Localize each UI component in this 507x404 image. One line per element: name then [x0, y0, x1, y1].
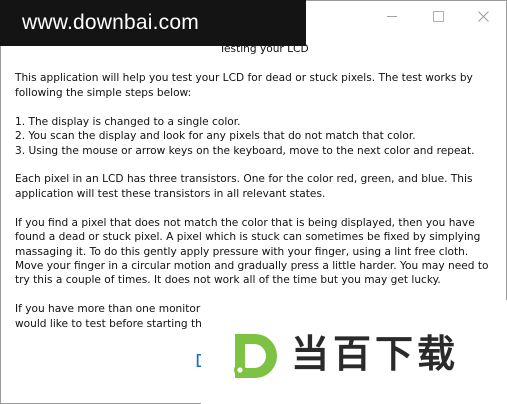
steps-list: 1. The display is changed to a single co…: [15, 115, 501, 158]
fix-line: If you find a pixel that does not match …: [15, 216, 475, 229]
intro-paragraph: This application will help you test your…: [15, 71, 501, 100]
watermark-banner: www.downbai.com: [0, 0, 306, 46]
maximize-icon: [432, 10, 444, 22]
transistors-paragraph: Each pixel in an LCD has three transisto…: [15, 172, 501, 201]
watermark-url: www.downbai.com: [22, 11, 199, 34]
fix-paragraph: If you find a pixel that does not match …: [15, 216, 501, 288]
fix-line: massaging it. To do this gently apply pr…: [15, 245, 469, 258]
minimize-icon: [387, 15, 397, 17]
step-item: 2. You scan the display and look for any…: [15, 130, 416, 143]
step-item: 3. Using the mouse or arrow keys on the …: [15, 144, 475, 157]
fix-line: found a dead or stuck pixel. A pixel whi…: [15, 231, 481, 244]
transistors-line: application will test these transistors …: [15, 187, 326, 200]
close-button[interactable]: [460, 1, 506, 31]
watermark-logo: 当百下载: [201, 300, 507, 404]
close-icon: [477, 10, 489, 22]
logo-text: 当百下载: [291, 332, 460, 376]
intro-line: following the simple steps below:: [15, 86, 192, 99]
step-item: 1. The display is changed to a single co…: [15, 115, 241, 128]
fix-line: try this a couple of times. It does not …: [15, 274, 441, 287]
minimize-button[interactable]: [369, 1, 415, 31]
maximize-button[interactable]: [415, 1, 461, 31]
transistors-line: Each pixel in an LCD has three transisto…: [15, 173, 473, 186]
intro-line: This application will help you test your…: [15, 72, 473, 85]
logo-mark-icon: [234, 334, 277, 378]
fix-line: Move your finger in a circular motion an…: [15, 259, 489, 272]
